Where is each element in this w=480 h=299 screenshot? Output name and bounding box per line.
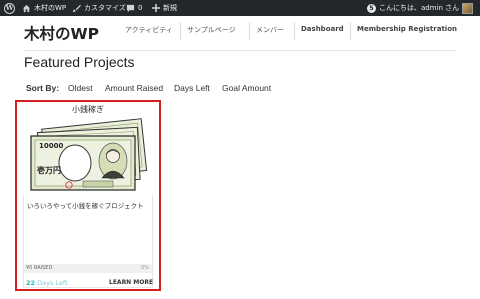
nav-item-activity[interactable]: アクティビティ <box>125 25 173 37</box>
nav-item-dashboard[interactable]: Dashboard <box>301 25 344 37</box>
nav-item-members[interactable]: メンバー <box>256 25 284 37</box>
header-divider <box>24 50 456 51</box>
comment-bubble-icon <box>126 4 135 12</box>
plus-icon <box>152 4 160 12</box>
selection-highlight <box>15 100 161 291</box>
page-title: Featured Projects <box>24 54 135 70</box>
sort-option-goal-amount[interactable]: Goal Amount <box>222 83 271 93</box>
nav-separator <box>249 22 250 40</box>
nav-separator <box>350 22 351 40</box>
circle-badge-icon: 5 <box>367 3 376 13</box>
home-icon <box>22 4 31 12</box>
avatar <box>462 2 474 14</box>
sort-option-oldest[interactable]: Oldest <box>68 83 93 93</box>
customize-menu[interactable]: カスタマイズ <box>72 0 126 16</box>
user-account-menu[interactable]: 5 こんにちは、admin さん <box>367 0 474 16</box>
new-content-label: 新規 <box>163 4 177 12</box>
nav-separator <box>180 22 181 40</box>
new-content-menu[interactable]: 新規 <box>152 0 177 16</box>
comments-count: 0 <box>138 4 143 12</box>
admin-bar: W 木村のWP カスタマイズ 0 新規 5 こんにちは、admin さん <box>0 0 480 16</box>
sort-label: Sort By: <box>26 83 60 93</box>
site-name-label: 木村のWP <box>34 4 67 12</box>
site-name-menu[interactable]: 木村のWP <box>22 0 66 16</box>
customize-label: カスタマイズ <box>84 4 126 12</box>
paintbrush-icon <box>72 4 81 12</box>
nav-separator <box>294 22 295 40</box>
greeting-label: こんにちは、admin さん <box>379 4 460 12</box>
comments-menu[interactable]: 0 <box>126 0 142 16</box>
sort-option-days-left[interactable]: Days Left <box>174 83 210 93</box>
wordpress-logo-icon: W <box>4 2 15 14</box>
nav-item-membership-registration[interactable]: Membership Registration <box>357 25 457 37</box>
nav-item-sample-page[interactable]: サンプルページ <box>187 25 236 37</box>
site-title[interactable]: 木村のWP <box>24 22 99 44</box>
wordpress-menu[interactable]: W <box>4 0 15 16</box>
sort-option-amount-raised[interactable]: Amount Raised <box>105 83 163 93</box>
